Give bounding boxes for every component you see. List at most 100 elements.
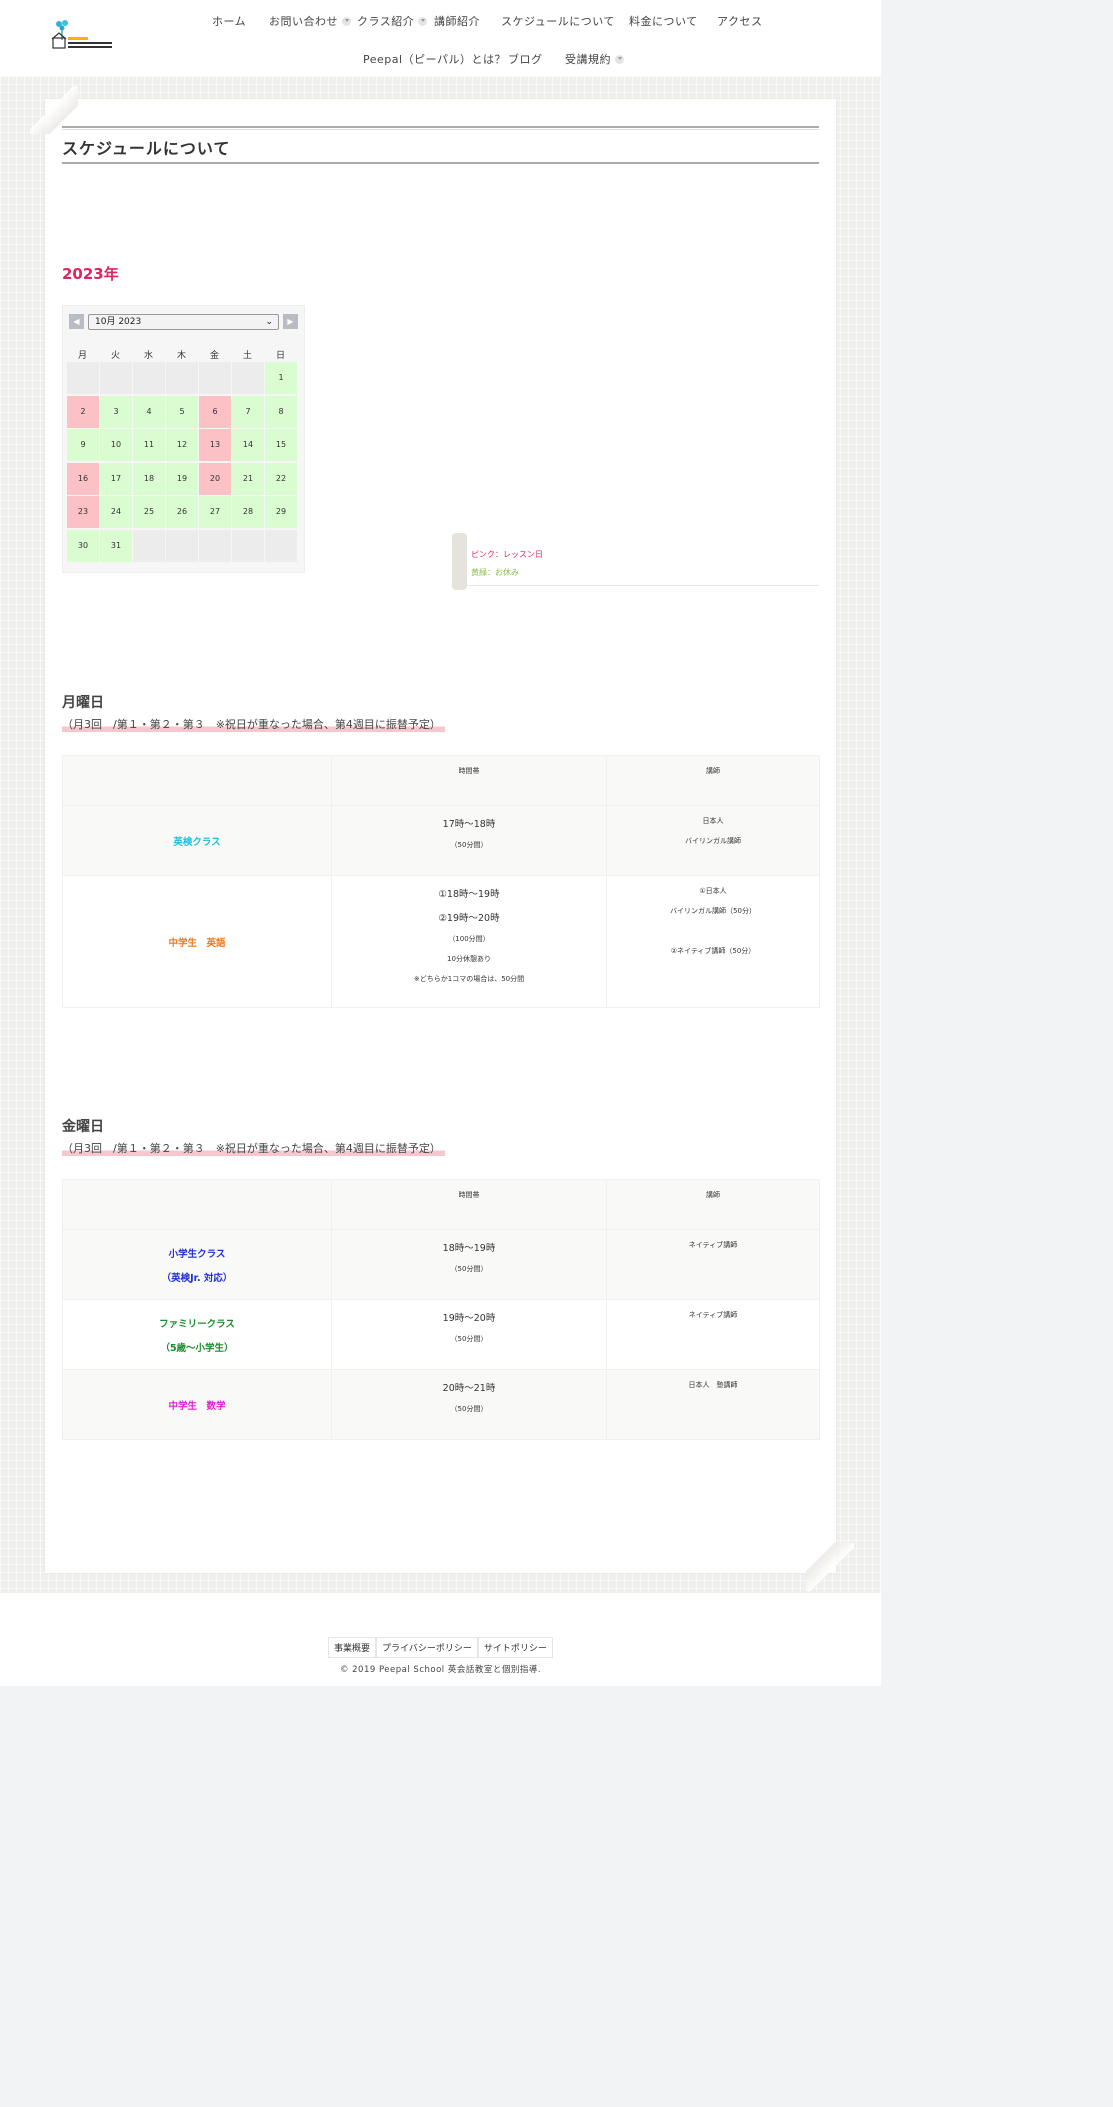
- nav-blog[interactable]: ブログ: [508, 51, 543, 67]
- calendar-empty-cell: [67, 362, 99, 394]
- weekday-header: 土: [242, 351, 252, 361]
- calendar-day[interactable]: 16: [67, 462, 99, 495]
- teacher-cell: 日本人 塾講師: [606, 1369, 820, 1440]
- friday-schedule-table: 時間帯 講師 小学生クラス （英検Jr. 対応） 18時〜19時 （50分間） ネイティブ講…: [62, 1179, 820, 1440]
- calendar-day[interactable]: 10: [100, 429, 132, 461]
- calendar-day[interactable]: 17: [100, 462, 132, 495]
- teacher-text: ネイティブ講師: [688, 1311, 738, 1319]
- nav-home[interactable]: ホーム: [212, 13, 246, 29]
- calendar-day[interactable]: 20: [199, 462, 231, 495]
- calendar-day[interactable]: 1: [265, 362, 297, 394]
- calendar-day[interactable]: 27: [199, 496, 231, 528]
- monday-subtitle: （月3回 /第１・第２・第３ ※祝日が重なった場合、第4週目に振替予定）: [62, 716, 445, 732]
- table-header-row: 時間帯 講師: [62, 1179, 820, 1230]
- footer-link-company[interactable]: 事業概要: [328, 1637, 377, 1658]
- calendar-empty-cell: [232, 529, 264, 562]
- calendar-day[interactable]: 19: [166, 462, 198, 495]
- calendar-day[interactable]: 26: [166, 496, 198, 528]
- site-header: ホーム お問い合わせ クラス紹介 講師紹介 スケジュールについて 料金について …: [0, 0, 881, 76]
- weekday-header: 金: [209, 351, 219, 361]
- table-header-cell: 時間帯: [331, 755, 607, 806]
- calendar-day[interactable]: 28: [232, 496, 264, 528]
- calendar-day[interactable]: 21: [232, 462, 264, 495]
- calendar-day[interactable]: 23: [67, 496, 99, 528]
- time-text: 18時〜19時: [442, 1243, 496, 1254]
- table-row: 中学生 数学 20時〜21時 （50分間） 日本人 塾講師: [62, 1369, 820, 1440]
- table-row: 英検クラス 17時〜18時 （50分間） 日本人 バイリンガル講師: [62, 805, 820, 876]
- main-nav: ホーム お問い合わせ クラス紹介 講師紹介 スケジュールについて 料金について …: [200, 0, 800, 76]
- calendar-day[interactable]: 8: [265, 395, 297, 428]
- calendar-day[interactable]: 12: [166, 429, 198, 461]
- time-text: 17時〜18時: [442, 819, 496, 830]
- class-name-text: ファミリークラス: [159, 1318, 235, 1330]
- legend-lesson: ピンク：レッスン日: [471, 550, 543, 559]
- time-cell: 18時〜19時 （50分間）: [331, 1229, 607, 1300]
- class-name-cell: 中学生 数学: [62, 1369, 332, 1440]
- monday-schedule-table: 時間帯 講師 英検クラス 17時〜18時 （50分間） 日本人 バイリンガル講師 中学生 英語…: [62, 755, 820, 1008]
- calendar-day[interactable]: 18: [133, 462, 165, 495]
- calendar-day[interactable]: 4: [133, 395, 165, 428]
- prev-month-icon[interactable]: ◀: [69, 314, 84, 329]
- monday-title: 月曜日: [62, 695, 104, 711]
- calendar-empty-cell: [133, 529, 165, 562]
- table-row: ファミリークラス （5歳〜小学生） 19時〜20時 （50分間） ネイティブ講師: [62, 1299, 820, 1370]
- nav-classes[interactable]: クラス紹介: [357, 13, 428, 29]
- divider: [452, 585, 819, 586]
- calendar-day[interactable]: 9: [67, 429, 99, 461]
- teacher-text: バイリンガル講師（50分）: [670, 907, 756, 915]
- calendar-day[interactable]: 6: [199, 395, 231, 428]
- weekday-header: 火: [110, 351, 120, 361]
- calendar-day[interactable]: 30: [67, 529, 99, 562]
- calendar-day[interactable]: 22: [265, 462, 297, 495]
- month-select[interactable]: 10月 2023 ⌄: [88, 314, 279, 330]
- teacher-text: ②ネイティブ講師（50分）: [670, 947, 756, 955]
- calendar-empty-cell: [133, 362, 165, 394]
- table-header-row: 時間帯 講師: [62, 755, 820, 806]
- calendar-empty-cell: [265, 529, 297, 562]
- friday-subtitle: （月3回 /第１・第２・第３ ※祝日が重なった場合、第4週目に振替予定）: [62, 1140, 445, 1156]
- site-logo[interactable]: [50, 18, 116, 54]
- table-row: 中学生 英語 ①18時〜19時 ②19時〜20時 （100分間） 10分休憩あり ※どちら…: [62, 875, 820, 1008]
- class-name-text: 小学生クラス: [168, 1248, 226, 1260]
- legend-holiday: 黄緑：お休み: [471, 568, 519, 577]
- nav-terms[interactable]: 受講規約: [565, 51, 624, 67]
- chevron-down-icon: [342, 16, 351, 26]
- calendar-day[interactable]: 14: [232, 429, 264, 461]
- class-name-cell: 中学生 英語: [62, 875, 332, 1008]
- next-month-icon[interactable]: ▶: [283, 314, 298, 329]
- calendar-day[interactable]: 24: [100, 496, 132, 528]
- calendar-day[interactable]: 13: [199, 429, 231, 461]
- time-text: 20時〜21時: [442, 1383, 496, 1394]
- calendar-day[interactable]: 2: [67, 395, 99, 428]
- calendar-day[interactable]: 5: [166, 395, 198, 428]
- footer-links: 事業概要 プライバシーポリシー サイトポリシー: [328, 1637, 553, 1658]
- class-name-cell: 英検クラス: [62, 805, 332, 876]
- nav-schedule[interactable]: スケジュールについて: [501, 13, 615, 29]
- table-row: 小学生クラス （英検Jr. 対応） 18時〜19時 （50分間） ネイティブ講師: [62, 1229, 820, 1300]
- time-text: 10分休憩あり: [447, 955, 491, 963]
- calendar-day[interactable]: 11: [133, 429, 165, 461]
- footer-link-site-policy[interactable]: サイトポリシー: [477, 1637, 553, 1658]
- calendar-day[interactable]: 31: [100, 529, 132, 562]
- calendar-empty-cell: [232, 362, 264, 394]
- class-name-text: 中学生 数学: [168, 1400, 226, 1412]
- page-title: スケジュールについて: [62, 139, 231, 158]
- nav-contact[interactable]: お問い合わせ: [269, 13, 351, 29]
- nav-pricing[interactable]: 料金について: [629, 13, 698, 29]
- footer-link-privacy[interactable]: プライバシーポリシー: [376, 1637, 478, 1658]
- calendar-day[interactable]: 29: [265, 496, 297, 528]
- calendar-day[interactable]: 25: [133, 496, 165, 528]
- calendar-day[interactable]: 7: [232, 395, 264, 428]
- weekday-header: 日: [275, 351, 285, 361]
- nav-teachers[interactable]: 講師紹介: [434, 13, 480, 29]
- teacher-text: 日本人: [702, 817, 724, 825]
- nav-access[interactable]: アクセス: [717, 13, 762, 29]
- calendar-day[interactable]: 15: [265, 429, 297, 461]
- time-text: ①18時〜19時: [438, 889, 500, 900]
- teacher-cell: ネイティブ講師: [606, 1299, 820, 1370]
- nav-about[interactable]: Peepal（ピーパル）とは？: [363, 51, 506, 67]
- teacher-cell: ①日本人 バイリンガル講師（50分） ②ネイティブ講師（50分）: [606, 875, 820, 1008]
- month-select-value: 10月 2023: [95, 317, 142, 327]
- header-label: 講師: [706, 767, 720, 775]
- calendar-day[interactable]: 3: [100, 395, 132, 428]
